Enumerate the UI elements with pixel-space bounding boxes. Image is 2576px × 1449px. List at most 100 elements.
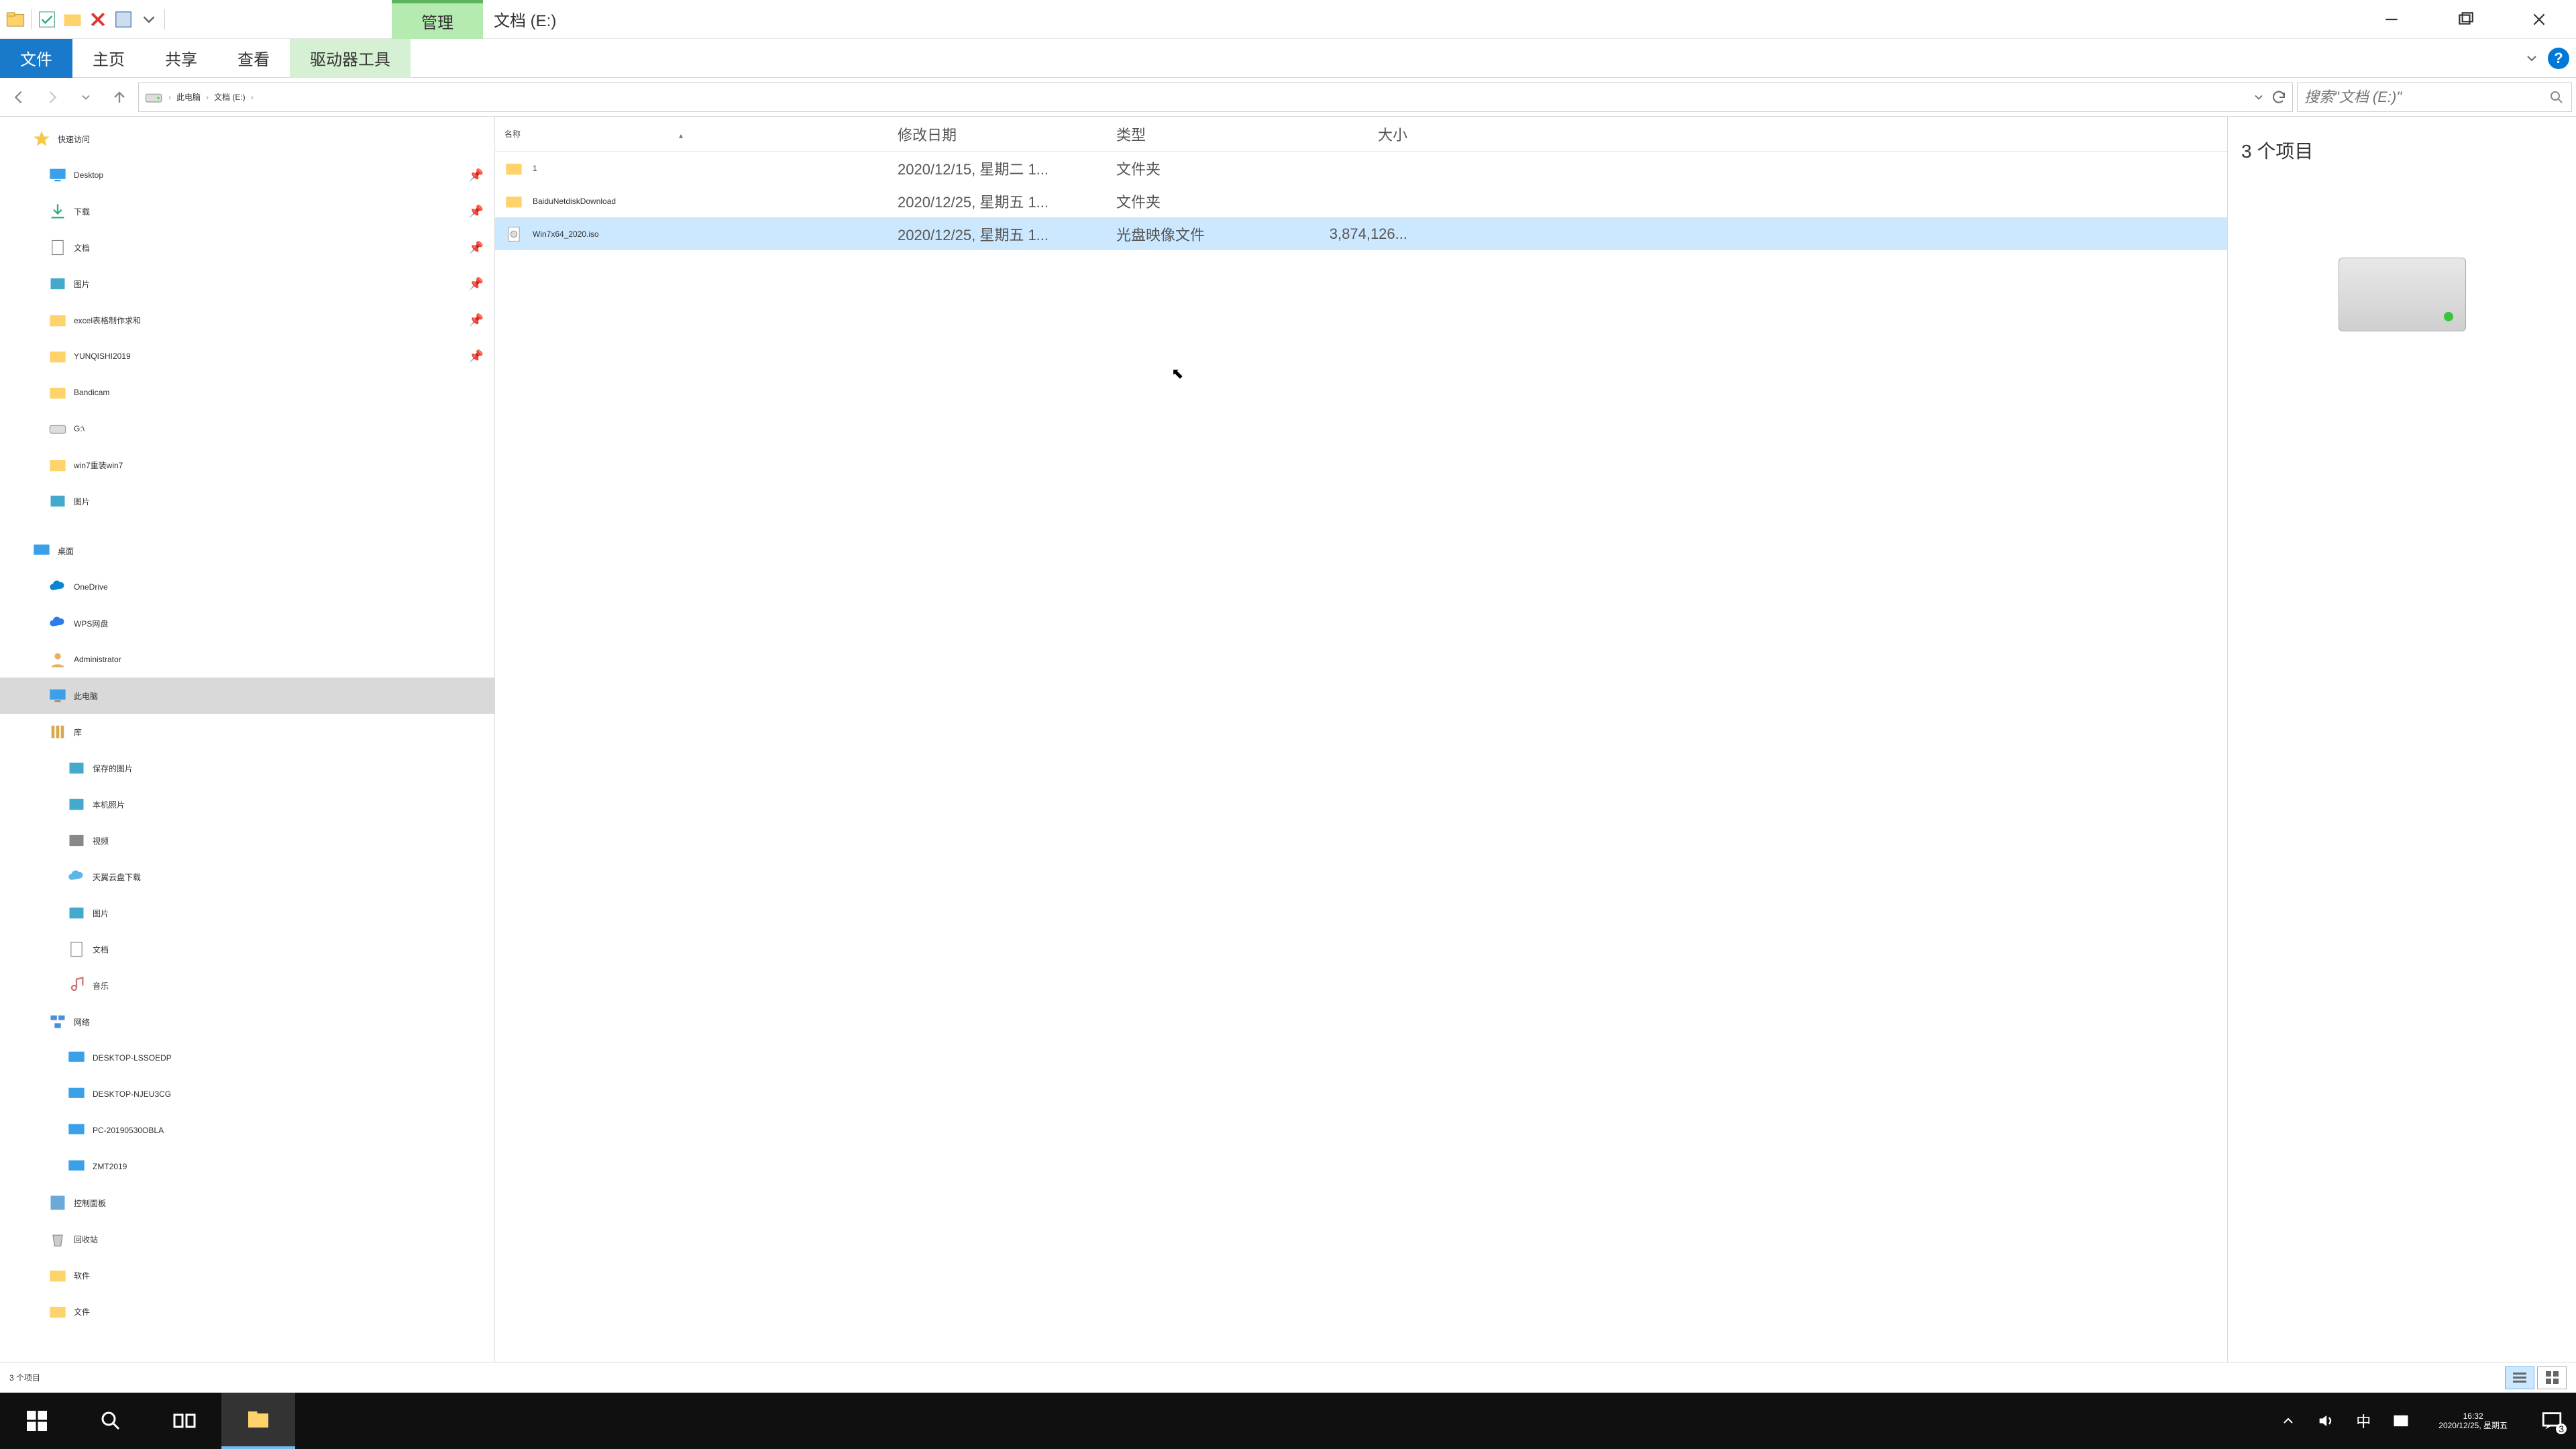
file-list[interactable]: 名称▴ 修改日期 类型 大小 1 2020/12/15, 星期二 1... 文件… [495, 117, 2227, 1362]
column-name[interactable]: 名称▴ [504, 128, 898, 140]
tree-item[interactable]: 音乐 [0, 967, 494, 1004]
tree-item[interactable]: ZMT2019 [0, 1148, 494, 1185]
file-row[interactable]: 1 2020/12/15, 星期二 1... 文件夹 [495, 152, 2227, 184]
tree-label: 软件 [74, 1270, 90, 1281]
tree-item[interactable]: win7重装win7 [0, 447, 494, 483]
tree-item[interactable]: 控制面板 [0, 1185, 494, 1221]
tab-file[interactable]: 文件 [0, 39, 72, 78]
tree-item[interactable]: 图片 [0, 483, 494, 519]
help-icon[interactable]: ? [2548, 48, 2569, 69]
folder-icon [48, 311, 67, 329]
navigation-tree[interactable]: 快速访问 Desktop📌 下载📌 文档📌 图片📌 excel表格制作求和📌 Y… [0, 117, 495, 1362]
rename-icon[interactable] [113, 9, 133, 30]
column-type[interactable]: 类型 [1116, 123, 1297, 145]
contextual-tab-manage[interactable]: 管理 [392, 0, 483, 39]
crumb-sep-icon[interactable]: › [206, 93, 209, 102]
column-size[interactable]: 大小 [1297, 123, 1407, 145]
tree-item[interactable]: 下载📌 [0, 193, 494, 229]
ime-icon[interactable]: 中 [2353, 1410, 2374, 1432]
up-button[interactable] [105, 83, 134, 112]
tree-item[interactable]: 回收站 [0, 1221, 494, 1257]
folder-icon [48, 347, 67, 366]
search-input[interactable] [2304, 89, 2543, 106]
minimize-button[interactable] [2355, 0, 2428, 39]
tray-overflow-icon[interactable] [2277, 1410, 2299, 1432]
tab-view[interactable]: 查看 [217, 39, 290, 78]
tree-item[interactable]: 天翼云盘下载 [0, 859, 494, 895]
quick-access-toolbar [0, 9, 170, 30]
tree-item[interactable]: 图片 [0, 895, 494, 931]
computer-icon [67, 1085, 86, 1104]
tab-home[interactable]: 主页 [72, 39, 145, 78]
search-box[interactable] [2297, 83, 2572, 112]
tree-item[interactable]: PC-20190530OBLA [0, 1112, 494, 1148]
tray-app-icon[interactable] [2390, 1410, 2412, 1432]
qat-dropdown-icon[interactable] [139, 9, 159, 30]
address-dropdown-icon[interactable] [2252, 91, 2265, 104]
maximize-button[interactable] [2428, 0, 2502, 39]
tree-item[interactable]: YUNQISHI2019📌 [0, 338, 494, 374]
tree-item[interactable]: Administrator [0, 641, 494, 678]
column-date[interactable]: 修改日期 [898, 123, 1116, 145]
tree-item[interactable]: 文档 [0, 931, 494, 967]
crumb-drive[interactable]: 文档 (E:) [214, 91, 246, 103]
close-button[interactable] [2502, 0, 2576, 39]
forward-button[interactable] [38, 83, 67, 112]
tree-item[interactable]: 本机照片 [0, 786, 494, 822]
pin-icon: 📌 [469, 205, 484, 219]
tree-quick-access[interactable]: 快速访问 [0, 121, 494, 157]
file-row[interactable]: BaiduNetdiskDownload 2020/12/25, 星期五 1..… [495, 184, 2227, 217]
new-folder-icon[interactable] [62, 9, 83, 30]
content-area: 名称▴ 修改日期 类型 大小 1 2020/12/15, 星期二 1... 文件… [495, 117, 2576, 1362]
ribbon-expand-icon[interactable] [2524, 50, 2540, 66]
taskbar-explorer[interactable] [221, 1393, 295, 1449]
file-row[interactable]: Win7x64_2020.iso 2020/12/25, 星期五 1... 光盘… [495, 217, 2227, 250]
tree-item[interactable]: 文档📌 [0, 229, 494, 266]
crumb-sep-icon[interactable]: › [168, 93, 171, 102]
tree-label: 文件 [74, 1306, 90, 1318]
properties-icon[interactable] [37, 9, 57, 30]
tree-desktop[interactable]: 桌面 [0, 533, 494, 569]
start-button[interactable] [0, 1393, 74, 1449]
tree-this-pc[interactable]: 此电脑 [0, 678, 494, 714]
taskbar-clock[interactable]: 16:32 2020/12/25, 星期五 [2428, 1411, 2518, 1431]
tree-item[interactable]: 保存的图片 [0, 750, 494, 786]
recent-dropdown[interactable] [71, 83, 101, 112]
tree-item[interactable]: DESKTOP-NJEU3CG [0, 1076, 494, 1112]
tree-item[interactable]: G:\ [0, 411, 494, 447]
tree-item[interactable]: 图片📌 [0, 266, 494, 302]
taskbar: 中 16:32 2020/12/25, 星期五 3 [0, 1393, 2576, 1449]
tree-label: 保存的图片 [93, 763, 133, 774]
tab-drive-tools[interactable]: 驱动器工具 [290, 39, 411, 78]
tree-item[interactable]: 文件 [0, 1293, 494, 1330]
tree-item[interactable]: OneDrive [0, 569, 494, 605]
volume-icon[interactable] [2315, 1410, 2337, 1432]
tree-item[interactable]: excel表格制作求和📌 [0, 302, 494, 338]
tree-library[interactable]: 库 [0, 714, 494, 750]
file-date: 2020/12/25, 星期五 1... [898, 191, 1116, 212]
crumb-sep-icon[interactable]: › [251, 93, 254, 102]
documents-icon [48, 238, 67, 257]
tab-share[interactable]: 共享 [145, 39, 217, 78]
refresh-icon[interactable] [2271, 89, 2287, 105]
tree-item[interactable]: Bandicam [0, 374, 494, 411]
crumb-this-pc[interactable]: 此电脑 [176, 91, 201, 103]
pin-icon: 📌 [469, 168, 484, 182]
tree-item[interactable]: DESKTOP-LSSOEDP [0, 1040, 494, 1076]
this-pc-icon [48, 686, 67, 705]
view-details-button[interactable] [2505, 1366, 2534, 1389]
tree-item[interactable]: 软件 [0, 1257, 494, 1293]
address-bar[interactable]: › 此电脑 › 文档 (E:) › [138, 83, 2293, 112]
tree-item[interactable]: WPS网盘 [0, 605, 494, 641]
tree-network[interactable]: 网络 [0, 1004, 494, 1040]
back-button[interactable] [4, 83, 34, 112]
search-icon[interactable] [2548, 89, 2565, 105]
search-button[interactable] [74, 1393, 148, 1449]
task-view-button[interactable] [148, 1393, 221, 1449]
action-center-icon[interactable]: 3 [2534, 1403, 2569, 1438]
tree-item[interactable]: Desktop📌 [0, 157, 494, 193]
delete-icon[interactable] [88, 9, 108, 30]
view-icons-button[interactable] [2537, 1366, 2567, 1389]
tree-item[interactable]: 视频 [0, 822, 494, 859]
breadcrumb[interactable]: 此电脑 › 文档 (E:) › [176, 91, 254, 103]
